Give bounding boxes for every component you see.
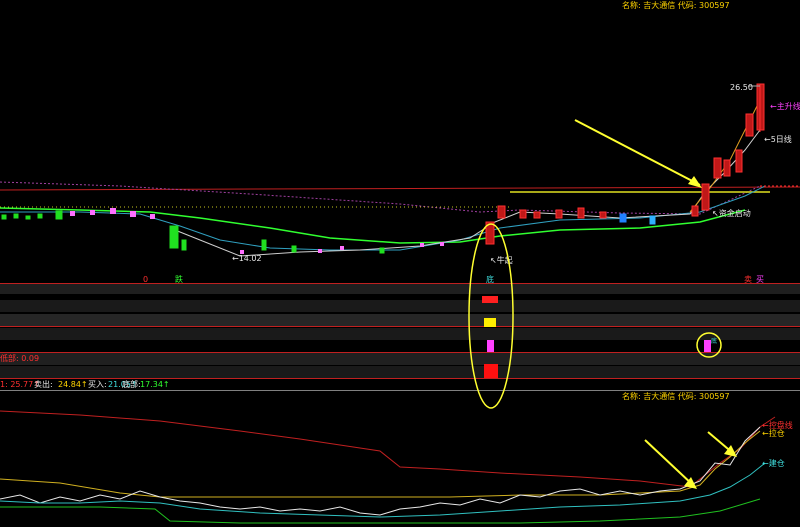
build-label: ←建仓 xyxy=(762,459,785,468)
low-bottom-label: 低部: 0.09 xyxy=(0,354,40,363)
indicator-strip-4 xyxy=(0,328,800,340)
price-scale-marker xyxy=(760,185,800,187)
signal-block-red-1 xyxy=(482,296,498,303)
mini-bottom-label: 底 xyxy=(711,338,718,345)
indicator-strip-5 xyxy=(0,352,800,365)
cyan-build-line xyxy=(0,462,766,518)
signal-block-magenta xyxy=(487,340,494,352)
value-sell-label: 卖出: xyxy=(34,380,53,389)
signal-block-yellow xyxy=(484,318,496,327)
lower-indicator-chart[interactable] xyxy=(0,391,800,527)
upper-chart-panel[interactable]: 名称: 吉大通信 代码: 300597 26.50 ←主升线 ←5日线 ↖资金启… xyxy=(0,0,800,284)
indicator-strip-1 xyxy=(0,283,800,294)
value-bar: 1: 25.77↑ 卖出: 24.84↑ 买入: 21.05↑ 底部: 17.3… xyxy=(0,379,800,389)
green-bottom-line xyxy=(0,498,761,524)
yellow-line xyxy=(0,430,761,498)
indicator-strip-2 xyxy=(0,300,800,312)
indicator-strip-3 xyxy=(0,314,800,327)
indicator-strip-6 xyxy=(0,366,800,379)
signal-block-red-2 xyxy=(484,364,498,378)
value-bottom-label: 底部: xyxy=(122,380,141,389)
lower-stock-info: 名称: 吉大通信 代码: 300597 xyxy=(622,392,730,401)
red-control-line xyxy=(0,410,776,488)
lower-chart-panel[interactable]: 名称: 吉大通信 代码: 300597 ←控盘线 ←拉仓 ←建仓 xyxy=(0,391,800,527)
pull-label: ←拉仓 xyxy=(762,429,785,438)
value-buy-label: 买入: xyxy=(88,380,107,389)
value-bottom-value: 17.34↑ xyxy=(140,380,170,389)
value-sell-value: 24.84↑ xyxy=(58,380,88,389)
signal-block-magenta-right xyxy=(704,340,711,352)
